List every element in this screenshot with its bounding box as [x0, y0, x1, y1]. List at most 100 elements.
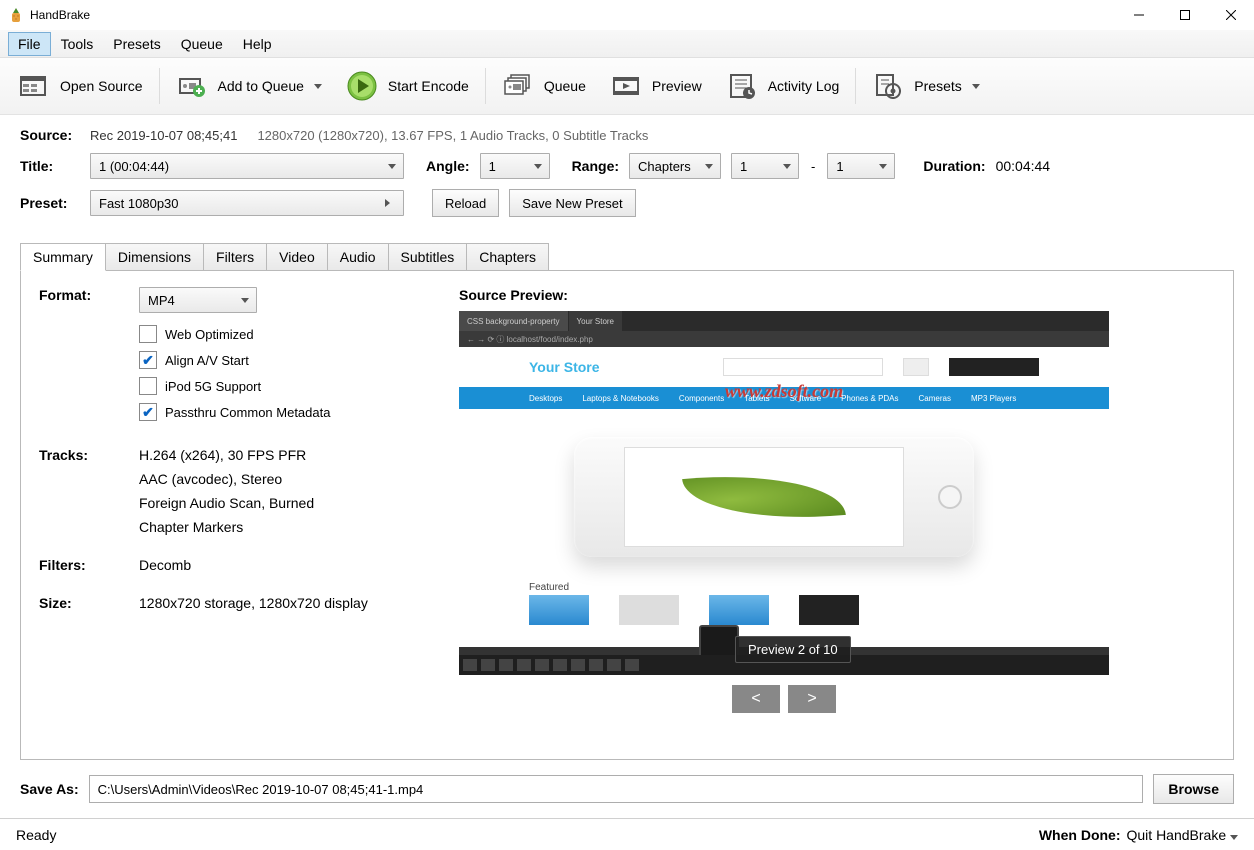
start-encode-button[interactable]: Start Encode	[338, 66, 477, 106]
duration-label: Duration:	[923, 158, 985, 174]
preview-next-button[interactable]: >	[788, 685, 836, 713]
preview-nav: < >	[459, 685, 1109, 713]
when-done-text: Quit HandBrake	[1127, 827, 1227, 843]
tab-audio[interactable]: Audio	[327, 243, 389, 271]
save-as-label: Save As:	[20, 781, 79, 797]
watermark: www.zdsoft.com	[725, 381, 843, 402]
status-text: Ready	[16, 827, 1039, 843]
range-dash: -	[809, 159, 817, 174]
web-optimized-checkbox[interactable]	[139, 325, 157, 343]
web-optimized-label: Web Optimized	[165, 327, 254, 342]
nav-item: Phones & PDAs	[841, 394, 898, 403]
nav-item: Components	[679, 394, 724, 403]
tracks-label: Tracks:	[39, 447, 139, 543]
source-name: Rec 2019-10-07 08;45;41	[90, 128, 237, 143]
save-as-row: Save As: Browse	[0, 760, 1254, 818]
format-label: Format:	[39, 287, 139, 429]
nav-item: Cameras	[919, 394, 951, 403]
size-label: Size:	[39, 595, 139, 619]
passthru-checkbox[interactable]	[139, 403, 157, 421]
source-label: Source:	[20, 127, 80, 143]
activity-log-button[interactable]: Activity Log	[718, 66, 848, 106]
range-to-select[interactable]: 1	[827, 153, 895, 179]
save-preset-button[interactable]: Save New Preset	[509, 189, 635, 217]
presets-icon	[872, 70, 904, 102]
featured-label: Featured	[529, 582, 569, 593]
store-search	[723, 358, 883, 376]
tabs: Summary Dimensions Filters Video Audio S…	[20, 243, 1234, 271]
titlebar: HandBrake	[0, 0, 1254, 30]
ipod-label: iPod 5G Support	[165, 379, 261, 394]
play-icon	[346, 70, 378, 102]
preset-value: Fast 1080p30	[99, 196, 179, 211]
presets-button[interactable]: Presets	[864, 66, 987, 106]
open-source-label: Open Source	[60, 78, 143, 94]
reload-button[interactable]: Reload	[432, 189, 499, 217]
window-title: HandBrake	[30, 8, 1116, 22]
tab-summary[interactable]: Summary	[20, 243, 106, 271]
preview-button[interactable]: Preview	[602, 66, 710, 106]
open-source-button[interactable]: Open Source	[10, 66, 151, 106]
align-av-checkbox[interactable]	[139, 351, 157, 369]
queue-button[interactable]: Queue	[494, 66, 594, 106]
angle-label: Angle:	[426, 158, 470, 174]
menu-queue[interactable]: Queue	[171, 32, 233, 56]
filters-label: Filters:	[39, 557, 139, 581]
format-select[interactable]: MP4	[139, 287, 257, 313]
add-queue-label: Add to Queue	[218, 78, 304, 94]
when-done-value[interactable]: Quit HandBrake	[1127, 827, 1239, 843]
when-done-label: When Done:	[1039, 827, 1121, 843]
store-body: www.zdsoft.com Your Store Desktops Lapto…	[459, 347, 1109, 647]
passthru-label: Passthru Common Metadata	[165, 405, 330, 420]
track-audio: AAC (avcodec), Stereo	[139, 471, 439, 487]
preview-icon	[610, 70, 642, 102]
tab-chapters[interactable]: Chapters	[466, 243, 549, 271]
add-queue-icon	[176, 70, 208, 102]
add-to-queue-button[interactable]: Add to Queue	[168, 66, 330, 106]
title-value: 1 (00:04:44)	[99, 159, 169, 174]
product-thumb	[619, 595, 679, 625]
menu-file[interactable]: File	[8, 32, 51, 56]
tab-subtitles[interactable]: Subtitles	[388, 243, 468, 271]
tab-dimensions[interactable]: Dimensions	[105, 243, 204, 271]
toolbar-separator	[855, 68, 856, 104]
browser-tab: CSS background-property	[459, 311, 568, 331]
product-thumb	[799, 595, 859, 625]
add-queue-dropdown-icon[interactable]	[314, 84, 322, 89]
save-as-input[interactable]	[89, 775, 1144, 803]
summary-panel: Format: MP4 Web Optimized Align A/V Star…	[39, 287, 439, 743]
browse-button[interactable]: Browse	[1153, 774, 1234, 804]
menu-presets[interactable]: Presets	[103, 32, 170, 56]
range-label: Range:	[572, 158, 619, 174]
title-label: Title:	[20, 158, 80, 174]
menu-help[interactable]: Help	[233, 32, 282, 56]
title-row: Title: 1 (00:04:44) Angle: 1 Range: Chap…	[20, 153, 1234, 179]
store-cart	[949, 358, 1039, 376]
range-type-select[interactable]: Chapters	[629, 153, 721, 179]
presets-dropdown-icon[interactable]	[972, 84, 980, 89]
angle-select[interactable]: 1	[480, 153, 550, 179]
tab-video[interactable]: Video	[266, 243, 328, 271]
preview-prev-button[interactable]: <	[732, 685, 780, 713]
maximize-button[interactable]	[1162, 0, 1208, 30]
app-icon	[8, 7, 24, 23]
menu-tools[interactable]: Tools	[51, 32, 104, 56]
phone-home-button	[938, 485, 962, 509]
preset-select[interactable]: Fast 1080p30	[90, 190, 404, 216]
title-select[interactable]: 1 (00:04:44)	[90, 153, 404, 179]
track-subtitle: Foreign Audio Scan, Burned	[139, 495, 439, 511]
tab-filters[interactable]: Filters	[203, 243, 267, 271]
featured-row	[529, 595, 1039, 625]
statusbar: Ready When Done: Quit HandBrake	[0, 818, 1254, 850]
when-done-dropdown-icon	[1230, 835, 1238, 840]
range-from: 1	[740, 159, 747, 174]
queue-icon	[502, 70, 534, 102]
browser-url: ← → ⟳ ⓘ localhost/food/index.php	[459, 331, 1109, 347]
queue-label: Queue	[544, 78, 586, 94]
range-from-select[interactable]: 1	[731, 153, 799, 179]
close-button[interactable]	[1208, 0, 1254, 30]
source-row: Source: Rec 2019-10-07 08;45;41 1280x720…	[20, 127, 1234, 143]
ipod-checkbox[interactable]	[139, 377, 157, 395]
minimize-button[interactable]	[1116, 0, 1162, 30]
duration-value: 00:04:44	[996, 158, 1051, 174]
